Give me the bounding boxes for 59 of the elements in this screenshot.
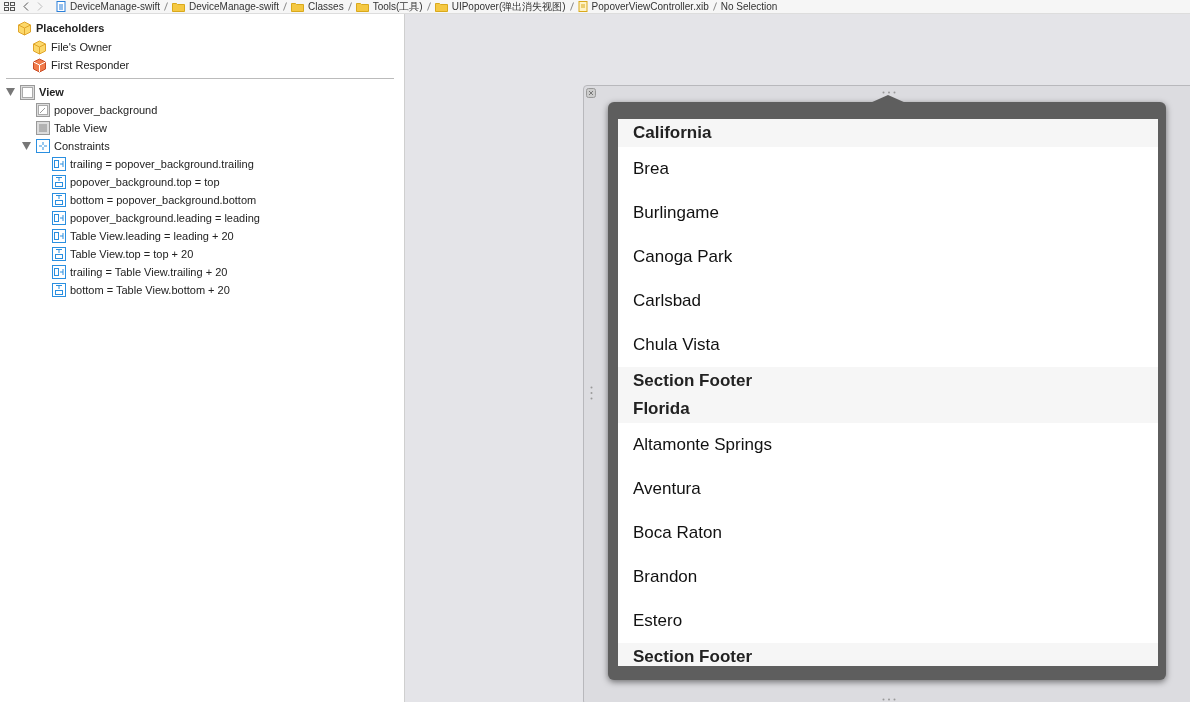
popover-arrow-icon bbox=[870, 95, 906, 103]
cube-icon bbox=[32, 57, 47, 73]
horizontal-constraint-icon bbox=[52, 211, 66, 225]
vertical-constraint-icon bbox=[52, 175, 66, 189]
breadcrumb-item[interactable]: No Selection bbox=[720, 0, 778, 13]
section-header: California bbox=[618, 119, 1158, 147]
folder-icon bbox=[434, 1, 448, 12]
outline-item[interactable]: bottom = popover_background.bottom bbox=[70, 191, 257, 209]
breadcrumb-item[interactable]: UIPopover(弹出消失视图) bbox=[451, 0, 566, 13]
breadcrumb-item[interactable]: Tools(工具) bbox=[372, 0, 423, 13]
outline-item[interactable]: Constraints bbox=[54, 137, 110, 155]
outline-item[interactable]: trailing = Table View.trailing + 20 bbox=[70, 263, 228, 281]
horizontal-constraint-icon bbox=[52, 157, 66, 171]
separator-icon bbox=[426, 2, 431, 11]
outline-item[interactable]: Table View.leading = leading + 20 bbox=[70, 227, 234, 245]
section-header: Florida bbox=[618, 395, 1158, 423]
separator-icon bbox=[347, 2, 352, 11]
separator-icon bbox=[164, 2, 169, 11]
folder-icon bbox=[172, 1, 186, 12]
vertical-constraint-icon bbox=[52, 193, 66, 207]
breadcrumb-item[interactable]: PopoverViewController.xib bbox=[591, 0, 709, 13]
collapse-triangle-icon[interactable] bbox=[21, 142, 31, 150]
section-footer: Section Footer bbox=[618, 367, 1158, 395]
folder-icon bbox=[291, 1, 305, 12]
view-frame[interactable]: California Brea Burlingame Canoga Park Carlsbad Chula Vista Section Footer Florida Altamonte Springs Aventura Boca Raton Brandon Estero Section Footer bbox=[583, 85, 1190, 702]
outline-item[interactable]: trailing = popover_background.trailing bbox=[70, 155, 254, 173]
cube-icon bbox=[17, 20, 32, 36]
image-view-icon bbox=[36, 103, 50, 117]
outline-item[interactable]: First Responder bbox=[51, 56, 130, 74]
constraints-icon bbox=[36, 139, 50, 153]
view-icon bbox=[20, 84, 35, 100]
file-icon bbox=[577, 1, 588, 12]
breadcrumb-item[interactable]: DeviceManage-swift bbox=[70, 0, 161, 13]
breadcrumb-item[interactable]: Classes bbox=[308, 0, 344, 13]
cube-icon bbox=[32, 39, 47, 55]
outline-item[interactable]: popover_background.leading = leading bbox=[70, 209, 260, 227]
outline-item[interactable]: popover_background.top = top bbox=[70, 173, 220, 191]
folder-icon bbox=[355, 1, 369, 12]
outline-item[interactable]: bottom = Table View.bottom + 20 bbox=[70, 281, 230, 299]
grid-icon[interactable] bbox=[4, 2, 16, 11]
separator-icon bbox=[569, 2, 574, 11]
outline-item[interactable]: Table View.top = top + 20 bbox=[70, 245, 194, 263]
close-icon[interactable] bbox=[586, 88, 596, 98]
vertical-constraint-icon bbox=[52, 283, 66, 297]
section-title: Placeholders bbox=[36, 20, 105, 36]
collapse-triangle-icon[interactable] bbox=[5, 88, 15, 96]
breadcrumb-item[interactable]: DeviceManage-swift bbox=[189, 0, 280, 13]
separator-icon bbox=[283, 2, 288, 11]
section-footer: Section Footer bbox=[618, 643, 1158, 666]
vertical-constraint-icon bbox=[52, 247, 66, 261]
table-view-icon bbox=[36, 121, 50, 135]
outline-item[interactable]: popover_background bbox=[54, 101, 158, 119]
horizontal-constraint-icon bbox=[52, 265, 66, 279]
outline-item[interactable]: Table View bbox=[54, 119, 107, 137]
separator-icon bbox=[712, 2, 717, 11]
drag-handle-icon[interactable] bbox=[882, 91, 896, 94]
horizontal-constraint-icon bbox=[52, 229, 66, 243]
outline-item[interactable]: View bbox=[39, 83, 64, 101]
outline-item[interactable]: File's Owner bbox=[51, 38, 112, 56]
